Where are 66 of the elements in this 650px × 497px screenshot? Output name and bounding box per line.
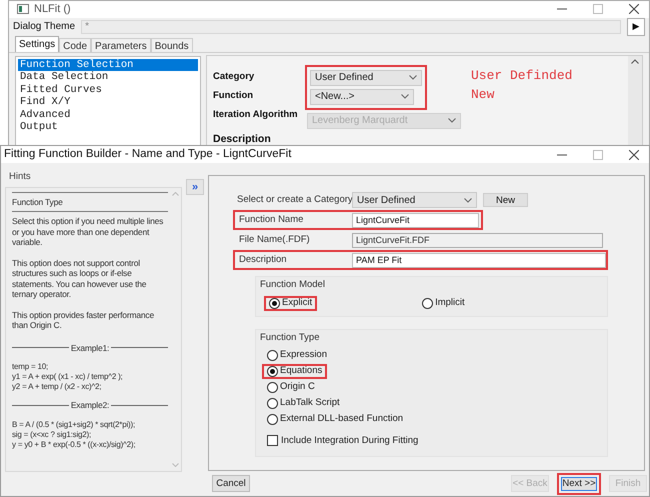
- radio-button[interactable]: Expression: [262, 348, 332, 362]
- group-label: Function Model: [259, 278, 325, 292]
- checkbox[interactable]: Include Integration During Fitting: [267, 434, 418, 448]
- group-label: Hints: [8, 170, 32, 184]
- field-label: File Name(.FDF): [239, 233, 311, 248]
- caret-icon: [401, 94, 409, 99]
- caret-icon: [464, 198, 472, 203]
- field-label: Dialog Theme: [13, 20, 76, 34]
- window-title: Fitting Function Builder - Name and Type - LigntCurveFit: [3, 147, 292, 162]
- code-line: sig = (x<xc ? sig1:sig2);: [12, 430, 92, 440]
- radio-button[interactable]: Explicit: [264, 296, 318, 310]
- app-icon[interactable]: [17, 4, 29, 14]
- field-label: Description: [239, 253, 288, 268]
- input-field[interactable]: LigntCurveFit: [352, 212, 479, 228]
- dropdown[interactable]: User Defined: [352, 192, 477, 208]
- tab[interactable]: Parameters: [91, 38, 151, 52]
- code-line: y2 = A + temp / (x2 - xc)^2;: [12, 382, 102, 392]
- hint-divider-label: Example1:: [70, 342, 110, 353]
- caret-icon: [448, 118, 456, 123]
- dropdown[interactable]: <New...>: [310, 88, 414, 104]
- hint-paragraph: This option does not support control structures such as loops or if-else statements. You can however use the ternary operator.: [12, 258, 148, 300]
- new-button[interactable]: New: [483, 193, 528, 208]
- scroll-up-icon[interactable]: [631, 58, 639, 64]
- theme-button[interactable]: ▶: [627, 18, 645, 36]
- field-label: Select or create a Category: [237, 193, 352, 208]
- tab[interactable]: Bounds: [150, 38, 193, 52]
- code-line: B = A / (0.5 * (sig1+sig2) * sqrt(2*pi));: [12, 420, 136, 430]
- list-item[interactable]: Advanced: [18, 108, 72, 121]
- input-field[interactable]: PAM EP Fit: [352, 252, 606, 268]
- code-line: temp = 10;: [12, 362, 50, 372]
- window-title: NLFit (): [34, 2, 71, 17]
- input-field[interactable]: LigntCurveFit.FDF: [352, 232, 603, 248]
- scrollbar[interactable]: [628, 56, 642, 147]
- dropdown[interactable]: User Defined: [310, 70, 422, 86]
- code-line: y = y0 + B * exp(-0.5 * ((x-xc)/sig)^2);: [12, 440, 136, 450]
- field-label: Iteration Algorithm: [213, 108, 298, 122]
- expand-button[interactable]: »: [186, 179, 204, 196]
- radio-button[interactable]: LabTalk Script: [262, 396, 345, 410]
- dialog-button[interactable]: Cancel: [212, 475, 250, 492]
- group-label: Function Type: [259, 331, 320, 346]
- field-label: Category: [213, 70, 254, 84]
- annotation-text: New: [471, 86, 496, 104]
- code-line: y1 = A + exp( (x1 - xc) / temp^2 );: [12, 372, 124, 382]
- list-item[interactable]: Function Selection: [18, 58, 198, 71]
- section-label: Description: [213, 132, 272, 146]
- radio-button[interactable]: Origin C: [262, 380, 320, 394]
- hint-heading: Function Type: [12, 192, 168, 212]
- dialog-button[interactable]: Next >>: [557, 472, 601, 495]
- radio-button[interactable]: Equations: [262, 364, 328, 378]
- hint-paragraph: This option provides faster performance than Origin C.: [12, 310, 155, 330]
- hint-divider-label: Example2:: [70, 400, 110, 410]
- tab[interactable]: Settings: [15, 36, 60, 52]
- hint-paragraph: Select this option if you need multiple lines or you have more than one dependent variable.: [12, 216, 164, 248]
- list-item[interactable]: Find X/Y: [18, 96, 72, 108]
- list-item[interactable]: Output: [18, 121, 60, 134]
- close-icon[interactable]: [629, 150, 639, 160]
- field-label: Function: [213, 88, 254, 102]
- caret-icon: [409, 75, 417, 80]
- annotation-text: User Definded: [471, 66, 572, 84]
- tab[interactable]: Code: [59, 38, 92, 52]
- list-item[interactable]: Data Selection: [18, 71, 110, 84]
- field-label: Function Name: [239, 213, 304, 228]
- radio-button[interactable]: Implicit: [417, 296, 470, 310]
- close-icon[interactable]: [629, 4, 639, 14]
- list-item[interactable]: Fitted Curves: [18, 84, 104, 96]
- radio-button[interactable]: External DLL-based Function: [262, 412, 408, 426]
